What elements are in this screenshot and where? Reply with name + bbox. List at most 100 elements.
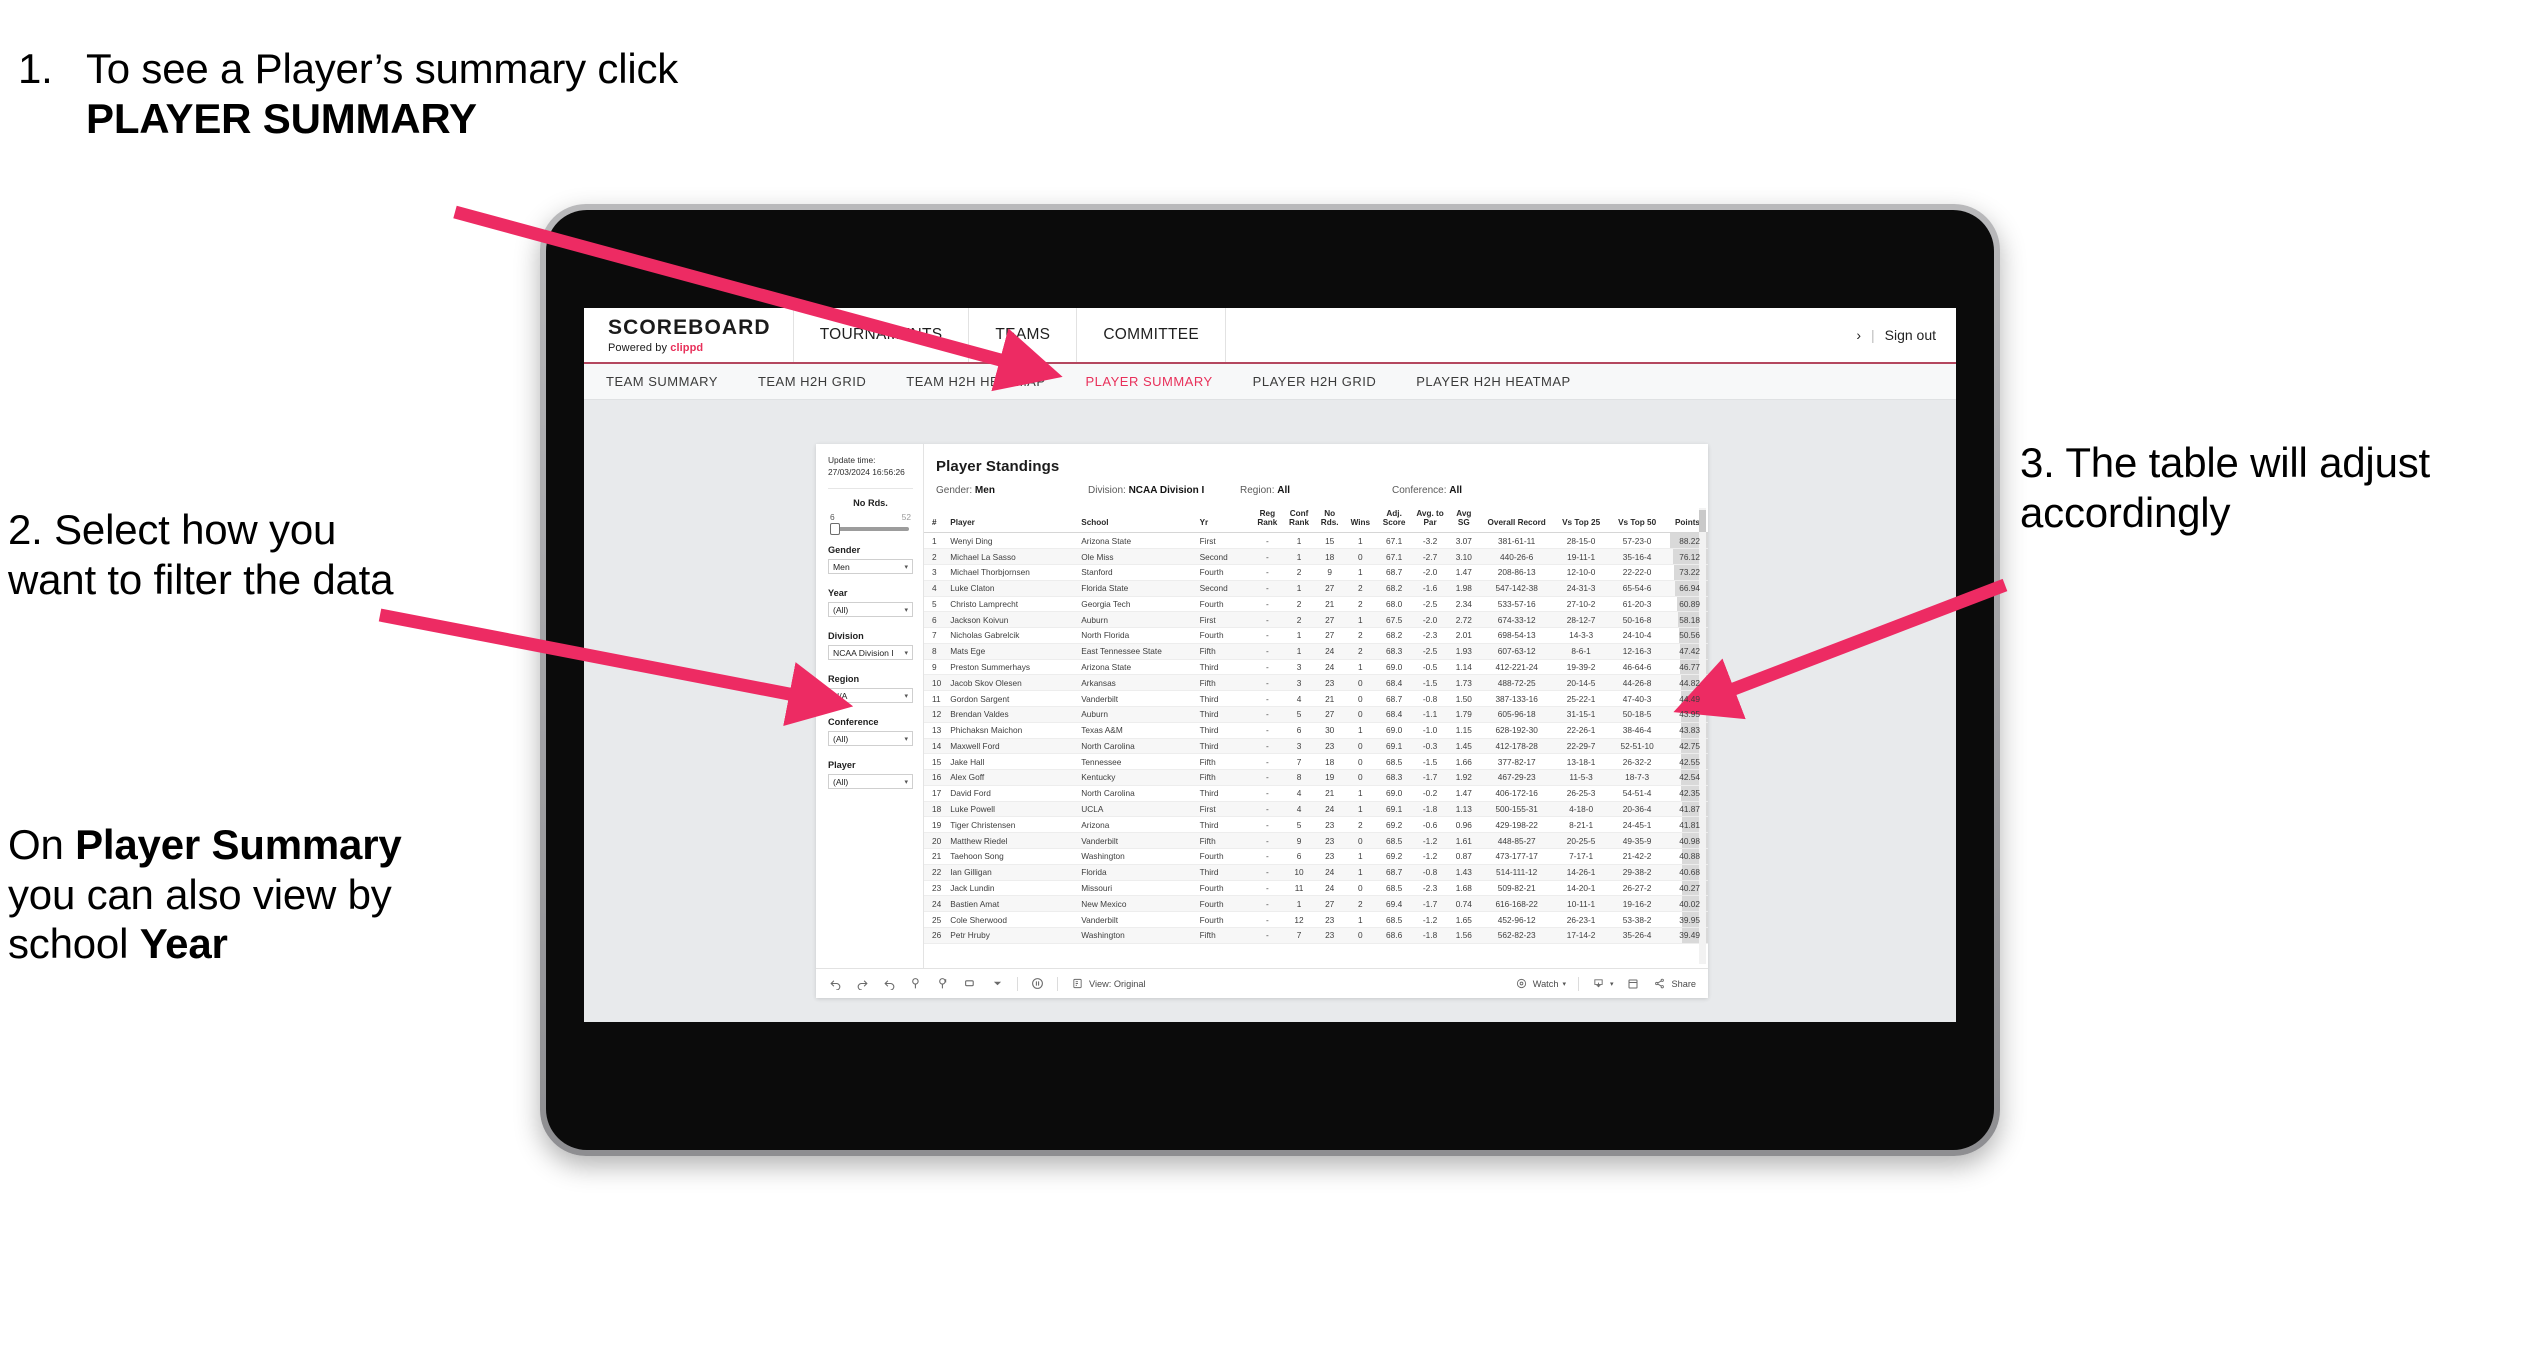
cell-rec: 616-168-22	[1479, 895, 1554, 913]
standings-table-region: Player Standings Gender: Men Division: N…	[924, 444, 1708, 968]
tab-team-h2h-heatmap[interactable]: TEAM H2H HEATMAP	[906, 374, 1045, 389]
tab-team-h2h-grid[interactable]: TEAM H2H GRID	[758, 374, 866, 389]
share-button[interactable]: Share	[1652, 976, 1696, 991]
points-value: 41.87	[1679, 804, 1700, 815]
table-row[interactable]: 8 Mats Ege East Tennessee State Fifth -1 24 2 6…	[924, 643, 1708, 660]
gender-dropdown[interactable]: Men ▾	[828, 559, 913, 575]
tab-team-summary[interactable]: TEAM SUMMARY	[606, 374, 718, 389]
cell-rds: 23	[1314, 674, 1345, 692]
nav-committee[interactable]: COMMITTEE	[1076, 308, 1227, 362]
download-button[interactable]: ▾	[1591, 976, 1613, 991]
cell-t25: 4-18-0	[1553, 801, 1609, 818]
table-row[interactable]: 9 Preston Summerhays Arizona State Third -3 2…	[924, 659, 1708, 676]
cell-rec: 208-86-13	[1479, 564, 1554, 581]
col-no-rds[interactable]: No Rds.	[1314, 507, 1345, 534]
sign-out-link[interactable]: Sign out	[1885, 327, 1936, 343]
year-dropdown[interactable]: (All) ▾	[828, 602, 913, 618]
cell-wins: 2	[1344, 580, 1377, 597]
player-dropdown[interactable]: (All) ▾	[828, 774, 913, 790]
watch-icon	[1514, 976, 1529, 991]
col-reg-rank[interactable]: Reg Rank	[1251, 507, 1284, 534]
table-row[interactable]: 7 Nicholas Gabrelcik North Florida Fourth -1…	[924, 627, 1708, 644]
cell-school: Vanderbilt	[1078, 911, 1197, 928]
nav-tournaments[interactable]: TOURNAMENTS	[792, 308, 969, 362]
chevron-down-icon[interactable]	[990, 976, 1005, 991]
cell-adj: 68.7	[1376, 864, 1413, 881]
table-row[interactable]: 5 Christo Lamprecht Georgia Tech Fourth -2 21…	[924, 596, 1708, 613]
table-row[interactable]: 23 Jack Lundin Missouri Fourth -11 24 0 68.5 -2.…	[924, 880, 1708, 897]
cell-school: Vanderbilt	[1078, 832, 1197, 849]
cell-par: -1.8	[1412, 927, 1448, 944]
cell-yr: First	[1196, 801, 1252, 818]
col-wins[interactable]: Wins	[1344, 507, 1377, 534]
table-row[interactable]: 14 Maxwell Ford North Carolina Third -3 23 0 69…	[924, 738, 1708, 755]
table-row[interactable]: 17 David Ford North Carolina Third -4 21 1 69.0…	[924, 785, 1708, 802]
conference-dropdown[interactable]: (All) ▾	[828, 731, 913, 747]
table-row[interactable]: 3 Michael Thorbjornsen Stanford Fourth -2 9 1 6…	[924, 564, 1708, 581]
col-adj-score[interactable]: Adj. Score	[1376, 507, 1413, 534]
tab-player-h2h-grid[interactable]: PLAYER H2H GRID	[1253, 374, 1377, 389]
table-row[interactable]: 15 Jake Hall Tennessee Fifth -7 18 0 68.5 -1.5 1.…	[924, 753, 1708, 771]
nav-teams[interactable]: TEAMS	[968, 308, 1076, 362]
col-avg-to-par[interactable]: Avg. to Par	[1412, 507, 1448, 534]
watch-button[interactable]: Watch ▾	[1514, 976, 1566, 991]
table-row[interactable]: 19 Tiger Christensen Arizona Third -5 23 2 69.2…	[924, 816, 1708, 834]
pause-icon[interactable]	[936, 976, 951, 991]
fullscreen-icon[interactable]	[1625, 976, 1640, 991]
table-row[interactable]: 20 Matthew Riedel Vanderbilt Fifth -9 23 0 68.5…	[924, 832, 1708, 849]
table-scrollbar-track[interactable]	[1699, 508, 1706, 964]
col-player[interactable]: Player	[947, 507, 1079, 534]
cell-sg: 1.68	[1448, 880, 1480, 897]
watch-label: Watch	[1532, 978, 1559, 989]
pause-auto-update-icon[interactable]	[1030, 976, 1045, 991]
chevron-right-icon[interactable]: ›	[1856, 327, 1861, 343]
table-row[interactable]: 2 Michael La Sasso Ole Miss Second -1 18 0 67.1…	[924, 548, 1708, 565]
table-row[interactable]: 11 Gordon Sargent Vanderbilt Third -4 21 0 68.7…	[924, 690, 1708, 707]
table-row[interactable]: 6 Jackson Koivun Auburn First -2 27 1 67.5 -2.0 2…	[924, 611, 1708, 629]
cell-wins: 0	[1344, 753, 1377, 771]
col-vs-top-50[interactable]: Vs Top 50	[1608, 507, 1666, 534]
slider-handle[interactable]	[830, 523, 840, 536]
table-row[interactable]: 12 Brendan Valdes Auburn Third -5 27 0 68.4 -1.1…	[924, 706, 1708, 723]
table-row[interactable]: 16 Alex Goff Kentucky Fifth -8 19 0 68.3 -1.7 1.9…	[924, 769, 1708, 786]
refresh-icon[interactable]	[909, 976, 924, 991]
table-scrollbar-thumb[interactable]	[1699, 510, 1706, 532]
table-row[interactable]: 21 Taehoon Song Washington Fourth -6 23 1 69.2-…	[924, 848, 1708, 865]
table-row[interactable]: 13 Phichaksn Maichon Texas A&M Third -6 30 1 69…	[924, 722, 1708, 739]
device-preview-icon[interactable]	[963, 976, 978, 991]
table-row[interactable]: 26 Petr Hruby Washington Fifth -7 23 0 68.6 -1.8…	[924, 927, 1708, 944]
table-row[interactable]: 1 Wenyi Ding Arizona State First -1 15 1 67.1 -3…	[924, 532, 1708, 550]
col-conf-rank[interactable]: Conf Rank	[1283, 507, 1315, 534]
tab-player-summary[interactable]: PLAYER SUMMARY	[1086, 374, 1213, 389]
cell-rec: 514-111-12	[1479, 864, 1554, 881]
cell-t25: 12-10-0	[1553, 564, 1609, 581]
cell-t25: 24-31-3	[1553, 580, 1609, 597]
no-rds-slider[interactable]	[830, 523, 909, 536]
table-row[interactable]: 18 Luke Powell UCLA First -4 24 1 69.1 -1.8 1.13 5…	[924, 801, 1708, 818]
table-row[interactable]: 10 Jacob Skov Olesen Arkansas Fifth -3 23 0 68.…	[924, 674, 1708, 692]
col-yr[interactable]: Yr	[1196, 507, 1252, 534]
revert-icon[interactable]	[882, 976, 897, 991]
cell-t50: 29-38-2	[1608, 864, 1666, 881]
cell-school: Arizona	[1078, 816, 1197, 834]
undo-icon[interactable]	[828, 976, 843, 991]
col-rank[interactable]: #	[924, 507, 948, 534]
cell-t50: 20-36-4	[1608, 801, 1666, 818]
tab-player-h2h-heatmap[interactable]: PLAYER H2H HEATMAP	[1416, 374, 1570, 389]
col-overall-record[interactable]: Overall Record	[1479, 507, 1554, 534]
division-dropdown[interactable]: NCAA Division I ▾	[828, 645, 913, 661]
toolbar-divider	[1017, 976, 1018, 991]
table-row[interactable]: 22 Ian Gilligan Florida Third -10 24 1 68.7 -0.8…	[924, 864, 1708, 881]
view-original-button[interactable]: View: Original	[1070, 976, 1146, 991]
col-avg-sg[interactable]: Avg SG	[1448, 507, 1480, 534]
cell-sg: 1.47	[1448, 564, 1480, 581]
redo-icon[interactable]	[855, 976, 870, 991]
cell-t25: 7-17-1	[1553, 848, 1609, 865]
col-vs-top-25[interactable]: Vs Top 25	[1553, 507, 1609, 534]
cell-conf: 2	[1283, 596, 1315, 613]
table-row[interactable]: 25 Cole Sherwood Vanderbilt Fourth -12 23 1 68.…	[924, 911, 1708, 928]
col-school[interactable]: School	[1078, 507, 1197, 534]
table-row[interactable]: 24 Bastien Amat New Mexico Fourth -1 27 2 69.4-…	[924, 895, 1708, 913]
table-row[interactable]: 4 Luke Claton Florida State Second -1 27 2 68.2…	[924, 580, 1708, 597]
region-dropdown[interactable]: N/A ▾	[828, 688, 913, 704]
